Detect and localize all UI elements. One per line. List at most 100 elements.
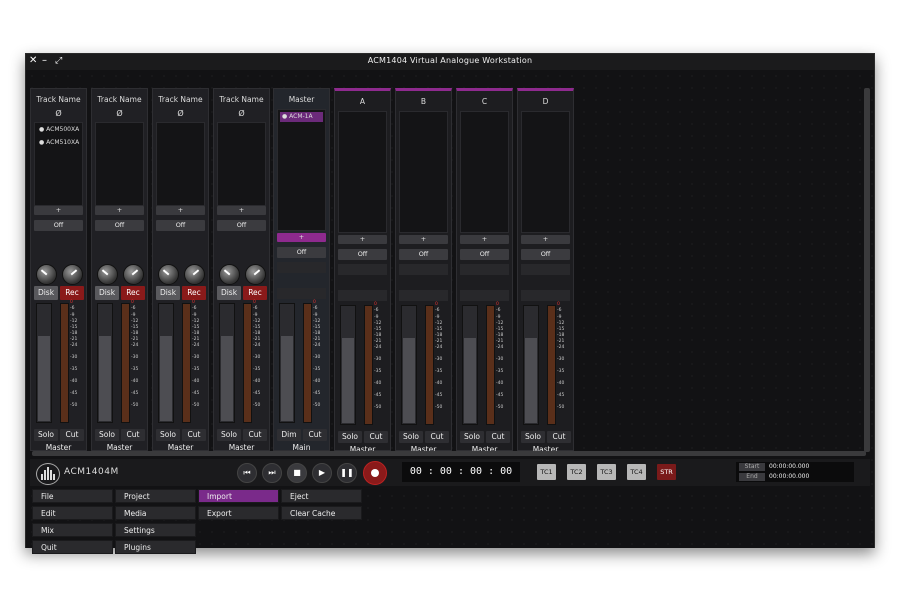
- cut-button[interactable]: Cut: [547, 431, 571, 443]
- volume-fader[interactable]: [462, 305, 478, 425]
- start-value[interactable]: 00:00:00.000: [769, 463, 809, 471]
- play-icon[interactable]: ▶: [312, 463, 332, 483]
- send-off-button[interactable]: Off: [34, 220, 83, 231]
- input-knob[interactable]: [97, 264, 118, 285]
- tc4-button[interactable]: TC4: [627, 464, 646, 480]
- menu-clear-cache[interactable]: Clear Cache: [281, 506, 362, 520]
- volume-fader[interactable]: [279, 303, 295, 423]
- skip-back-icon[interactable]: ⏮: [237, 463, 257, 483]
- solo-button[interactable]: Solo: [34, 429, 58, 441]
- routing-slot[interactable]: [277, 288, 326, 299]
- send-off-button[interactable]: Off: [399, 249, 448, 260]
- plugin-slot[interactable]: ● ACM500XA: [37, 125, 81, 135]
- insert-slots[interactable]: [460, 111, 509, 233]
- dim-button[interactable]: Dim: [277, 429, 301, 441]
- volume-fader[interactable]: [523, 305, 539, 425]
- routing-slot[interactable]: [521, 264, 570, 275]
- input-knob[interactable]: [36, 264, 57, 285]
- routing-slot[interactable]: [277, 262, 326, 273]
- volume-fader[interactable]: [97, 303, 113, 423]
- volume-fader[interactable]: [340, 305, 356, 425]
- volume-fader[interactable]: [36, 303, 52, 423]
- add-insert-button[interactable]: +: [156, 206, 205, 215]
- solo-button[interactable]: Solo: [338, 431, 362, 443]
- add-insert-button[interactable]: +: [34, 206, 83, 215]
- tc1-button[interactable]: TC1: [537, 464, 556, 480]
- send-off-button[interactable]: Off: [338, 249, 387, 260]
- strip-name[interactable]: Track Name: [216, 93, 267, 106]
- menu-quit[interactable]: Quit: [32, 540, 113, 554]
- insert-slots[interactable]: [217, 122, 266, 206]
- menu-import[interactable]: Import: [198, 489, 279, 503]
- routing-slot[interactable]: [399, 264, 448, 275]
- input-knob[interactable]: [158, 264, 179, 285]
- strip-name[interactable]: C: [459, 95, 510, 108]
- add-insert-button[interactable]: +: [217, 206, 266, 215]
- insert-slots[interactable]: [399, 111, 448, 233]
- volume-fader[interactable]: [219, 303, 235, 423]
- insert-slots[interactable]: ● ACM-1A: [277, 109, 326, 231]
- phase-invert-button[interactable]: Ø: [214, 109, 269, 118]
- send-off-button[interactable]: Off: [156, 220, 205, 231]
- cut-button[interactable]: Cut: [303, 429, 327, 441]
- add-insert-button[interactable]: +: [460, 235, 509, 244]
- record-button[interactable]: [363, 461, 387, 485]
- cut-button[interactable]: Cut: [486, 431, 510, 443]
- output-knob[interactable]: [62, 264, 83, 285]
- strip-name[interactable]: Track Name: [33, 93, 84, 106]
- routing-slot[interactable]: [399, 290, 448, 301]
- tc3-button[interactable]: TC3: [597, 464, 616, 480]
- vertical-scrollbar[interactable]: [864, 88, 870, 452]
- send-off-button[interactable]: Off: [460, 249, 509, 260]
- menu-export[interactable]: Export: [198, 506, 279, 520]
- add-insert-button[interactable]: +: [399, 235, 448, 244]
- insert-slots[interactable]: [156, 122, 205, 206]
- routing-slot[interactable]: [460, 290, 509, 301]
- skip-forward-icon[interactable]: ⏭: [262, 463, 282, 483]
- volume-fader[interactable]: [158, 303, 174, 423]
- volume-fader[interactable]: [401, 305, 417, 425]
- strip-name[interactable]: A: [337, 95, 388, 108]
- menu-media[interactable]: Media: [115, 506, 196, 520]
- solo-button[interactable]: Solo: [95, 429, 119, 441]
- stop-icon[interactable]: ■: [287, 463, 307, 483]
- disk-button[interactable]: Disk: [156, 286, 180, 300]
- solo-button[interactable]: Solo: [156, 429, 180, 441]
- send-off-button[interactable]: Off: [277, 247, 326, 258]
- disk-button[interactable]: Disk: [34, 286, 58, 300]
- menu-file[interactable]: File: [32, 489, 113, 503]
- menu-settings[interactable]: Settings: [115, 523, 196, 537]
- rec-button[interactable]: Rec: [60, 286, 84, 300]
- solo-button[interactable]: Solo: [460, 431, 484, 443]
- strip-name[interactable]: Track Name: [155, 93, 206, 106]
- routing-slot[interactable]: [338, 264, 387, 275]
- add-insert-button[interactable]: +: [95, 206, 144, 215]
- str-button[interactable]: STR: [657, 464, 676, 480]
- cut-button[interactable]: Cut: [60, 429, 84, 441]
- rec-button[interactable]: Rec: [182, 286, 206, 300]
- horizontal-scrollbar[interactable]: [32, 451, 866, 456]
- insert-slots[interactable]: [95, 122, 144, 206]
- disk-button[interactable]: Disk: [217, 286, 241, 300]
- output-knob[interactable]: [123, 264, 144, 285]
- strip-name[interactable]: Master: [276, 93, 327, 106]
- cut-button[interactable]: Cut: [182, 429, 206, 441]
- strip-name[interactable]: D: [520, 95, 571, 108]
- insert-slots[interactable]: ● ACM500XA ● ACM510XA: [34, 122, 83, 206]
- cut-button[interactable]: Cut: [121, 429, 145, 441]
- send-off-button[interactable]: Off: [95, 220, 144, 231]
- add-insert-button[interactable]: +: [521, 235, 570, 244]
- solo-button[interactable]: Solo: [399, 431, 423, 443]
- plugin-slot[interactable]: ● ACM-1A: [280, 112, 323, 122]
- output-knob[interactable]: [184, 264, 205, 285]
- cut-button[interactable]: Cut: [243, 429, 267, 441]
- menu-project[interactable]: Project: [115, 489, 196, 503]
- routing-slot[interactable]: [338, 290, 387, 301]
- add-insert-button[interactable]: +: [277, 233, 326, 242]
- menu-eject[interactable]: Eject: [281, 489, 362, 503]
- strip-name[interactable]: Track Name: [94, 93, 145, 106]
- menu-plugins[interactable]: Plugins: [115, 540, 196, 554]
- plugin-slot[interactable]: ● ACM510XA: [37, 138, 81, 148]
- pause-icon[interactable]: ❚❚: [337, 463, 357, 483]
- menu-edit[interactable]: Edit: [32, 506, 113, 520]
